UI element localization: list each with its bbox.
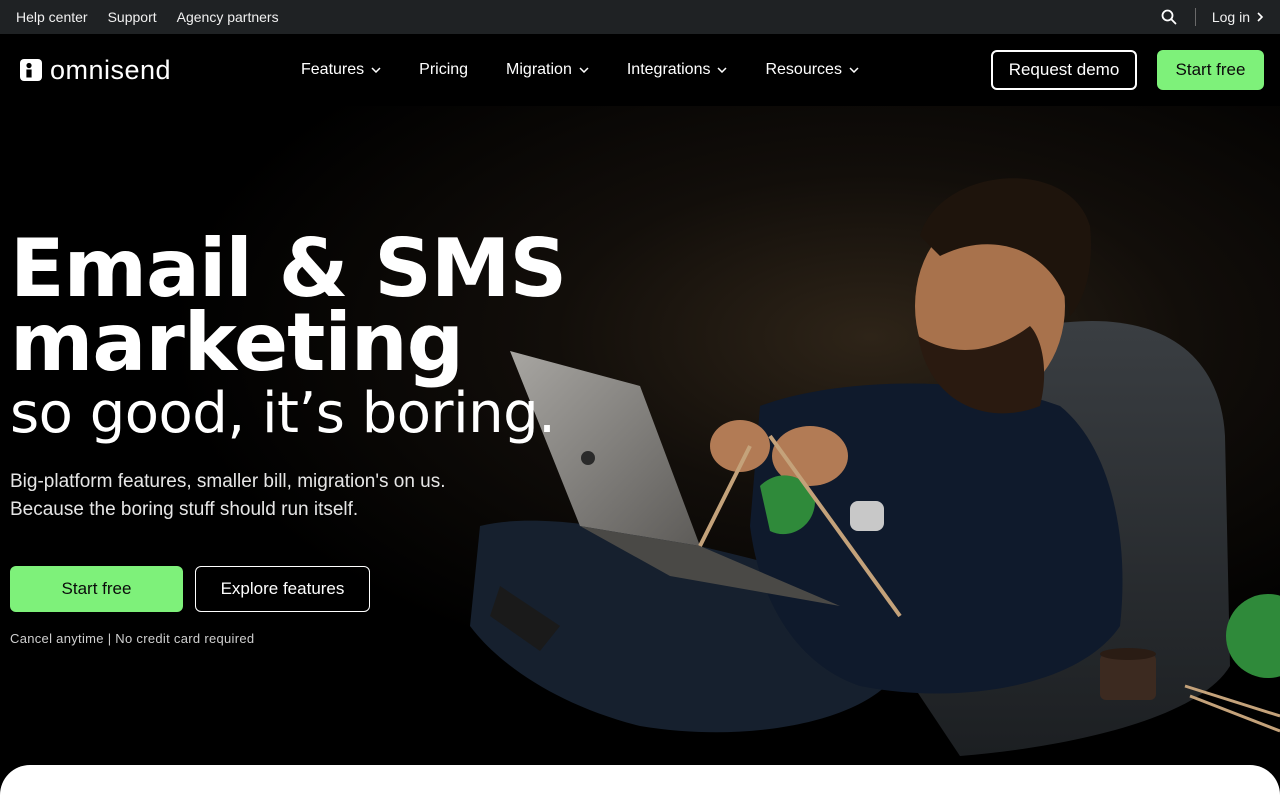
main-nav: omnisend Features Pricing Migration Inte… (0, 34, 1280, 106)
logo-text: omnisend (50, 54, 172, 85)
headline-line-2: marketing (10, 296, 464, 389)
login-link[interactable]: Log in (1212, 9, 1264, 25)
chevron-down-icon (371, 67, 381, 73)
utility-bar: Help center Support Agency partners Log … (0, 0, 1280, 34)
utility-divider (1194, 8, 1196, 26)
support-link[interactable]: Support (108, 9, 157, 25)
hero-text: Email & SMS marketing so good, it’s bori… (10, 222, 567, 524)
nav-items: Features Pricing Migration Integrations … (301, 34, 897, 106)
utility-right: Log in (1161, 8, 1264, 26)
start-free-nav-button[interactable]: Start free (1157, 50, 1264, 90)
chevron-down-icon (717, 67, 727, 73)
next-section-panel (0, 765, 1280, 800)
chevron-down-icon (849, 67, 859, 73)
search-icon[interactable] (1161, 9, 1177, 25)
nav-item-label: Integrations (626, 61, 711, 78)
agency-partners-link[interactable]: Agency partners (177, 9, 279, 25)
start-free-button[interactable]: Start free (10, 566, 183, 612)
request-demo-button[interactable]: Request demo (991, 50, 1137, 90)
chevron-down-icon (579, 67, 589, 73)
subcopy-line-2: Because the boring stuff should run itse… (10, 499, 359, 520)
headline-line-3: so good, it’s boring. (10, 381, 556, 446)
hero-subcopy: Big-platform features, smaller bill, mig… (10, 468, 480, 524)
chevron-right-icon (1257, 12, 1264, 22)
help-center-link[interactable]: Help center (16, 9, 88, 25)
nav-actions: Request demo Start free (991, 50, 1264, 90)
nav-item-integrations[interactable]: Integrations (627, 61, 728, 79)
fine-print: Cancel anytime | No credit card required (10, 631, 255, 646)
logo[interactable]: omnisend (20, 55, 171, 86)
nav-item-label: Pricing (419, 61, 469, 78)
nav-item-label: Migration (506, 61, 572, 78)
nav-item-migration[interactable]: Migration (506, 61, 589, 79)
utility-links: Help center Support Agency partners (16, 9, 279, 25)
nav-item-resources[interactable]: Resources (765, 61, 859, 79)
nav-item-label: Features (301, 61, 365, 78)
subcopy-line-1: Big-platform features, smaller bill, mig… (10, 471, 446, 492)
nav-item-pricing[interactable]: Pricing (419, 61, 468, 79)
explore-features-button[interactable]: Explore features (195, 566, 370, 612)
nav-item-label: Resources (765, 61, 842, 78)
nav-item-features[interactable]: Features (301, 61, 381, 79)
headline-line-1: Email & SMS (10, 222, 567, 315)
login-label: Log in (1211, 9, 1250, 25)
hero-cta-row: Start free Explore features (10, 566, 370, 612)
omnisend-logo-icon (20, 59, 42, 81)
